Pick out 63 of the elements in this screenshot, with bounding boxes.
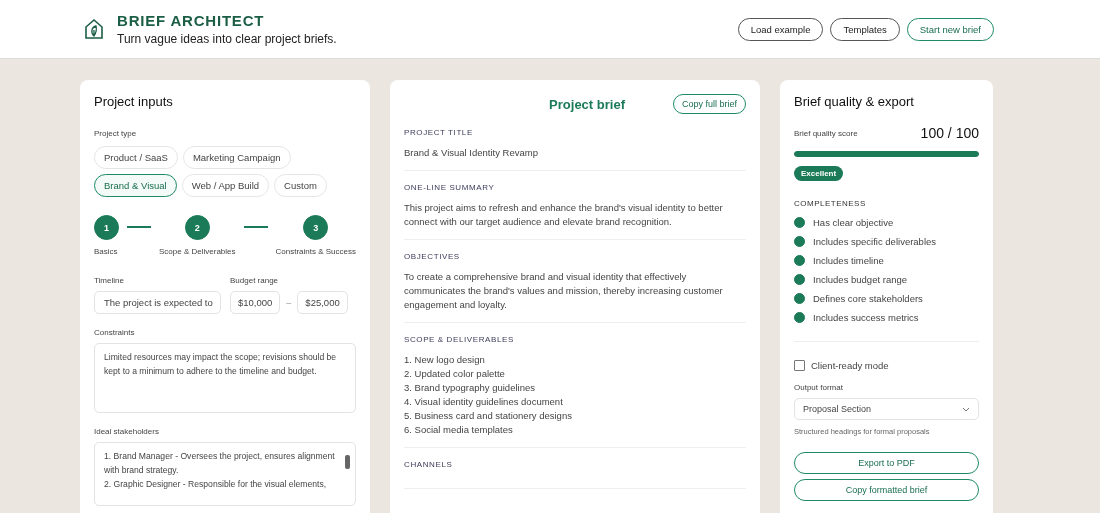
- score-badge: Excellent: [794, 166, 844, 181]
- field-label: Constraints: [94, 328, 136, 337]
- section-heading: ONE-LINE SUMMARY: [404, 183, 496, 192]
- field-label: Timeline: [94, 276, 125, 285]
- deliverable-item: 6. Social media templates: [404, 423, 514, 437]
- house-leaf-icon: [84, 18, 104, 40]
- field-label: Project type: [94, 129, 138, 138]
- app-title: BRIEF ARCHITECT: [117, 12, 266, 29]
- project-type-chip[interactable]: Brand & Visual: [94, 174, 177, 197]
- range-separator: –: [286, 297, 292, 308]
- stakeholders-field[interactable]: 1. Brand Manager - Oversees the project, ensures alignment with brand strategy. 2. Graphic Designer - Responsible for the visual elements,: [94, 442, 356, 506]
- check-label: Includes specific deliverables: [813, 236, 937, 247]
- section-text: To create a comprehensive brand and visual identity that effectively communicates the brand's values and mission, thereby increasing customer engagement and loyalty.: [404, 270, 724, 312]
- app-subtitle: Turn vague ideas into clear project briefs.: [117, 32, 337, 46]
- project-type-chip[interactable]: Product / SaaS: [94, 146, 178, 169]
- step-number[interactable]: 1: [94, 215, 119, 240]
- checkbox-label[interactable]: Client-ready mode: [811, 360, 889, 371]
- check-label: Includes timeline: [813, 255, 884, 266]
- section-text: Brand & Visual Identity Revamp: [404, 146, 539, 160]
- score-value: 100 / 100: [920, 125, 979, 141]
- card-title: Brief quality & export: [794, 94, 915, 109]
- deliverable-item: 4. Visual identity guidelines document: [404, 395, 564, 409]
- header-button[interactable]: Start new brief: [906, 17, 994, 41]
- card-title: Project inputs: [94, 94, 174, 109]
- check-label: Includes budget range: [813, 274, 908, 285]
- card-title: Project brief: [549, 96, 625, 112]
- step-label: Constraints & Success: [275, 247, 356, 256]
- score-label: Brief quality score: [794, 128, 858, 138]
- deliverable-item: 3. Brand typography guidelines: [404, 381, 536, 395]
- checkbox[interactable]: [794, 360, 805, 371]
- project-type-chip[interactable]: Web / App Build: [181, 174, 270, 197]
- section-heading: PROJECT TITLE: [404, 128, 474, 137]
- step-number[interactable]: 2: [184, 215, 210, 240]
- section-heading: CHANNELS: [404, 460, 454, 469]
- budget-max-field[interactable]: $25,000: [297, 291, 348, 314]
- export-button[interactable]: Export to PDF: [794, 452, 979, 474]
- field-label: Budget range: [230, 276, 280, 285]
- project-type-chip[interactable]: Custom: [274, 174, 327, 197]
- budget-min-field[interactable]: $10,000: [230, 291, 281, 314]
- export-button[interactable]: Copy formatted brief: [794, 479, 979, 501]
- field-label: Ideal stakeholders: [94, 427, 160, 436]
- check-label: Has clear objective: [813, 217, 894, 228]
- section-heading: SCOPE & DELIVERABLES: [404, 335, 515, 344]
- field-label: Output format: [794, 383, 844, 392]
- check-label: Defines core stakeholders: [813, 293, 923, 304]
- deliverable-item: 1. New logo design: [404, 353, 486, 367]
- step-number[interactable]: 3: [303, 215, 329, 240]
- section-text: This project aims to refresh and enhance the brand's visual identity to better connect with our target audience and elevate brand recognition.: [404, 201, 724, 229]
- deliverable-item: 2. Updated color palette: [404, 367, 506, 381]
- format-dropdown[interactable]: Proposal Section: [794, 398, 979, 420]
- header-button[interactable]: Templates: [830, 17, 900, 41]
- project-type-chip[interactable]: Marketing Campaign: [182, 146, 291, 169]
- header-button[interactable]: Load example: [737, 17, 824, 41]
- step-label: Scope & Deliverables: [159, 247, 236, 256]
- chevron-icon: [962, 406, 970, 412]
- timeline-field[interactable]: The project is expected to: [94, 291, 221, 314]
- check-label: Includes success metrics: [813, 312, 919, 323]
- deliverable-item: 5. Business card and stationery designs: [404, 409, 573, 423]
- section-heading: COMPLETENESS: [794, 199, 867, 208]
- constraints-field[interactable]: Limited resources may impact the scope; revisions should be kept to a minimum to adhere to the timeline and budget.: [94, 343, 356, 413]
- copy-button[interactable]: Copy full brief: [672, 94, 746, 114]
- step-label: Basics: [94, 247, 118, 256]
- section-heading: OBJECTIVES: [404, 252, 461, 261]
